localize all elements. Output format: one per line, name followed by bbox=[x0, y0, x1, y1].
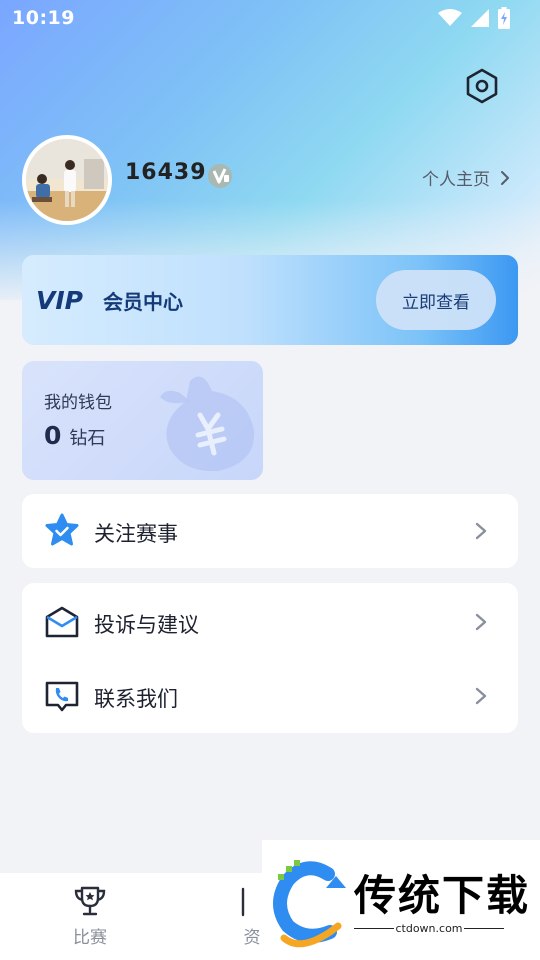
avatar[interactable] bbox=[22, 135, 112, 225]
vip-member-card[interactable]: VIP 会员中心 立即查看 bbox=[22, 255, 518, 345]
vip-center-title: 会员中心 bbox=[103, 290, 183, 314]
phone-chat-icon bbox=[45, 681, 79, 712]
watermark-logo: 传统下载 ctdown.com bbox=[262, 840, 540, 960]
tab-matches[interactable]: 比赛 bbox=[50, 885, 130, 948]
menu-item-complaint[interactable]: 投诉与建议 bbox=[22, 585, 518, 659]
wallet-balance: 0 钻石 bbox=[44, 421, 105, 450]
profile-header: 16439 个人主页 bbox=[22, 135, 518, 225]
view-now-button[interactable]: 立即查看 bbox=[376, 270, 496, 330]
wallet-unit: 钻石 bbox=[69, 428, 106, 449]
wifi-icon bbox=[438, 9, 462, 26]
wallet-amount: 0 bbox=[44, 421, 62, 450]
username: 16439 bbox=[125, 160, 207, 185]
chevron-right-icon bbox=[475, 687, 487, 705]
watermark-line-right bbox=[464, 928, 504, 929]
settings-hexagon-icon bbox=[466, 68, 498, 104]
wallet-card[interactable]: 我的钱包 0 钻石 bbox=[22, 361, 263, 480]
mail-feedback-icon bbox=[45, 606, 79, 638]
chevron-right-icon bbox=[475, 613, 487, 631]
wallet-title: 我的钱包 bbox=[44, 393, 112, 413]
status-icons bbox=[438, 7, 510, 29]
watermark-brand: 传统下载 bbox=[354, 871, 531, 920]
tab-matches-label: 比赛 bbox=[73, 928, 107, 948]
money-bag-icon bbox=[160, 376, 255, 472]
starred-check-icon bbox=[45, 513, 79, 546]
avatar-photo bbox=[26, 139, 108, 221]
personal-homepage-link[interactable]: 个人主页 bbox=[422, 165, 510, 190]
watermark-emblem-icon bbox=[273, 860, 346, 948]
vip-logo: VIP bbox=[36, 286, 83, 314]
status-time: 10:19 bbox=[12, 7, 75, 29]
support-card: 投诉与建议 联系我们 bbox=[22, 583, 518, 733]
follow-events-label: 关注赛事 bbox=[94, 522, 178, 546]
battery-icon bbox=[498, 7, 510, 29]
follow-events-card: 关注赛事 bbox=[22, 494, 518, 568]
homepage-label: 个人主页 bbox=[422, 170, 490, 190]
tab-news-label: 资 bbox=[243, 928, 261, 948]
chevron-right-icon bbox=[501, 170, 509, 185]
signal-icon bbox=[471, 9, 489, 27]
vip-level-badge-icon bbox=[208, 164, 232, 188]
contact-us-label: 联系我们 bbox=[94, 687, 178, 711]
status-bar: 10:19 bbox=[0, 0, 540, 36]
complaint-label: 投诉与建议 bbox=[94, 613, 199, 637]
chevron-right-icon bbox=[475, 522, 487, 540]
menu-item-follow-events[interactable]: 关注赛事 bbox=[22, 494, 518, 568]
menu-item-contact-us[interactable]: 联系我们 bbox=[22, 659, 518, 733]
settings-button[interactable] bbox=[462, 66, 502, 106]
vip-logo-text: VIP bbox=[36, 286, 83, 314]
trophy-icon bbox=[74, 886, 106, 916]
